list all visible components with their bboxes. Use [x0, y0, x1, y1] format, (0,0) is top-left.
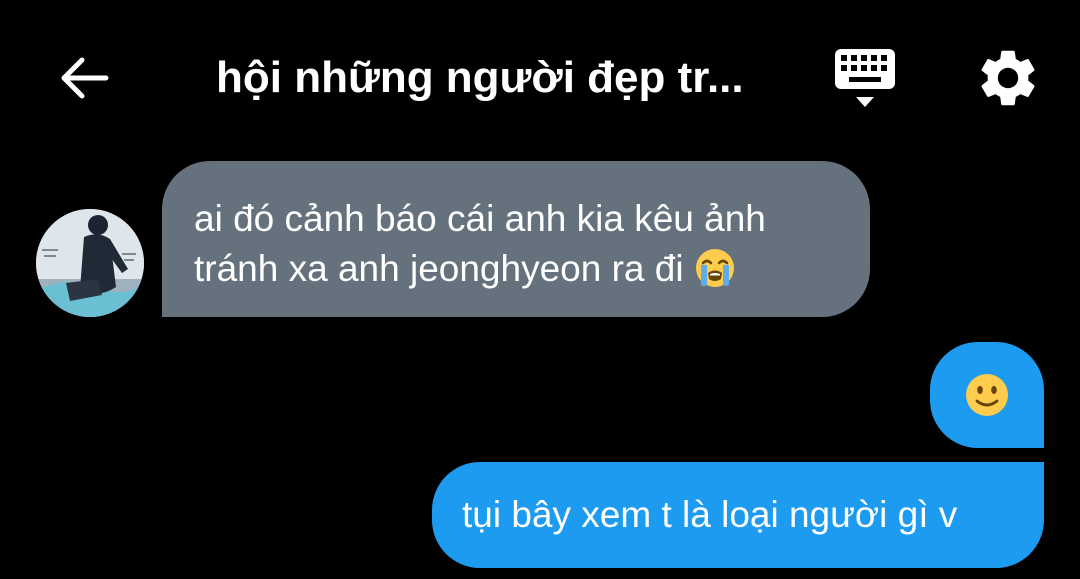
message-text: tụi bây xem t là loại người gì v: [462, 494, 958, 535]
loudly-crying-face-emoji: [695, 249, 734, 287]
conversation-header: hội những người đẹp tr...: [0, 0, 1080, 150]
back-button[interactable]: [56, 50, 112, 106]
message-line: ai đó cảnh báo cái anh kia kêu ảnh: [194, 198, 766, 239]
gear-icon: [981, 50, 1035, 106]
arrow-left-icon: [61, 57, 109, 99]
slightly-smiling-face-emoji: [966, 374, 1008, 416]
conversation-title[interactable]: hội những người đẹp tr...: [216, 50, 776, 106]
avatar[interactable]: [36, 209, 144, 317]
outgoing-message-bubble[interactable]: [930, 342, 1044, 448]
incoming-message-bubble[interactable]: ai đó cảnh báo cái anh kia kêu ảnh tránh…: [162, 161, 870, 317]
message-line: tránh xa anh jeonghyeon ra đi: [194, 244, 840, 294]
outgoing-message-bubble[interactable]: tụi bây xem t là loại người gì v: [432, 462, 1044, 568]
settings-button[interactable]: [974, 44, 1042, 112]
keyboard-icon: [835, 49, 895, 107]
keyboard-button[interactable]: [830, 44, 900, 114]
message-line-text: tránh xa anh jeonghyeon ra đi: [194, 248, 684, 289]
avatar-photo: [36, 209, 144, 317]
